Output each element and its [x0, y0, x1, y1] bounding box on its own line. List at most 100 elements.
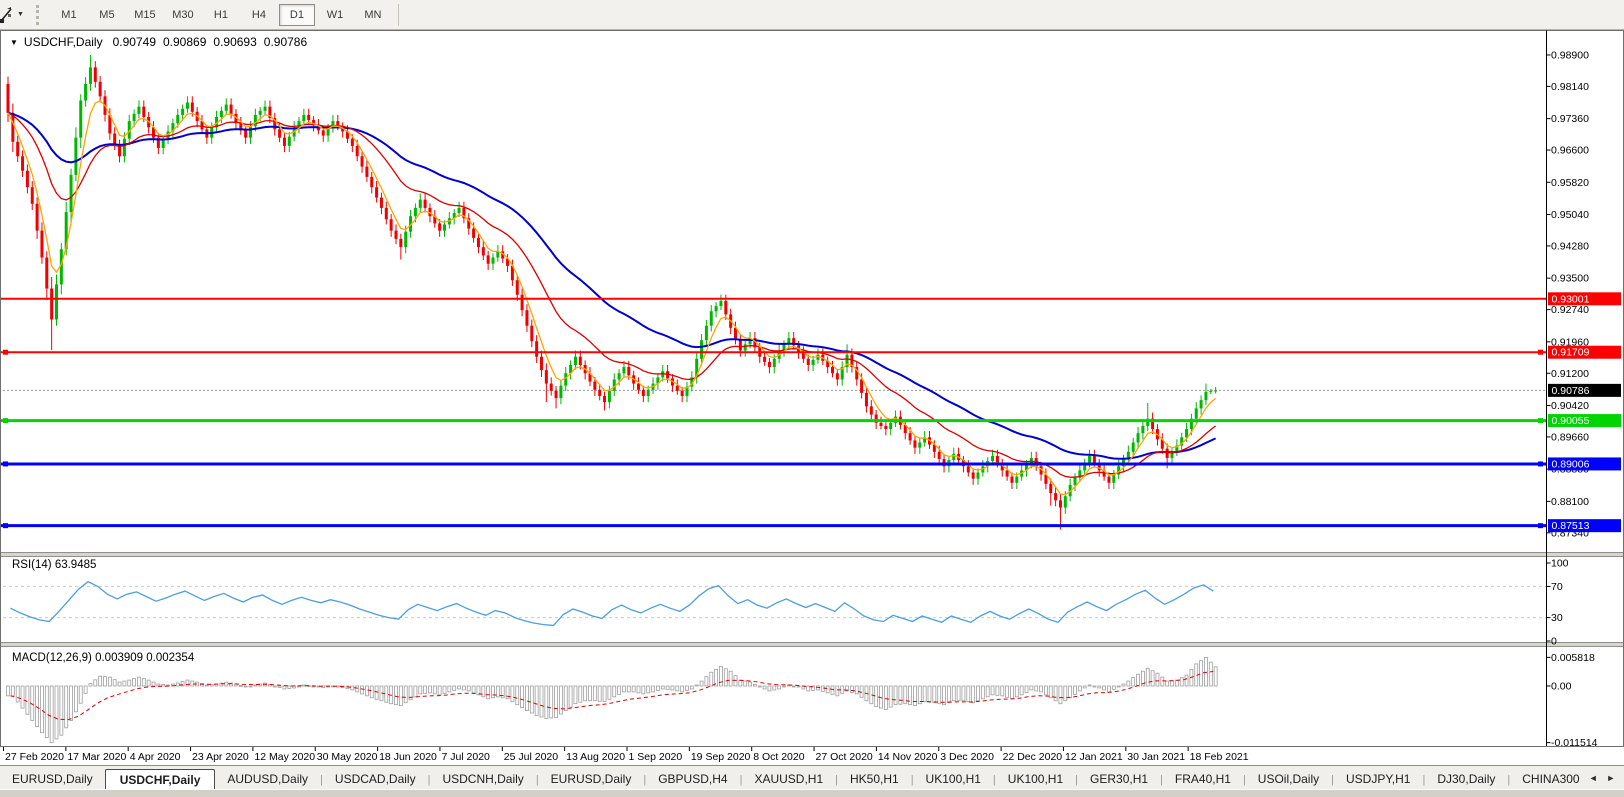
pane-separator[interactable] — [0, 552, 1624, 557]
quote-high: 0.90869 — [163, 35, 207, 49]
tab-scroll-left-icon[interactable]: ◄ — [1589, 773, 1598, 783]
macd-tick-label: -0.011514 — [1551, 737, 1598, 749]
crosshair-tool-button[interactable]: ▼ — [0, 4, 26, 26]
timeframe-button-m1[interactable]: M1 — [51, 4, 87, 26]
chart-tab-uk100-h1[interactable]: UK100,H1 — [996, 769, 1075, 790]
date-tick-label: 8 Oct 2020 — [753, 751, 805, 763]
date-tick-label: 27 Feb 2020 — [5, 751, 64, 763]
price-tick-label: 0.89660 — [1551, 431, 1589, 443]
chart-tab-hk50-h1[interactable]: HK50,H1 — [838, 769, 911, 790]
chart-tab-usdcnh-daily[interactable]: USDCNH,Daily — [430, 769, 535, 790]
date-tick-label: 18 Jun 2020 — [379, 751, 437, 763]
price-badge-0.87513: 0.87513 — [1548, 519, 1621, 533]
svg-text:0.93001: 0.93001 — [1552, 293, 1590, 305]
quote-open: 0.90749 — [112, 35, 156, 49]
date-tick-label: 17 Mar 2020 — [67, 751, 126, 763]
price-badge-0.90055: 0.90055 — [1548, 414, 1621, 428]
quote-low: 0.90693 — [213, 35, 257, 49]
date-tick-label: 13 Aug 2020 — [566, 751, 625, 763]
current-price-badge: 0.90786 — [1548, 383, 1621, 397]
toolbar: ▼ M1 M5 M15 M30 H1 H4 D1 W1 MN — [0, 0, 1624, 30]
chart-tab-fra40-h1[interactable]: FRA40,H1 — [1163, 769, 1243, 790]
price-badge-0.93001: 0.93001 — [1548, 292, 1621, 306]
macd-tick-label: 0.00 — [1551, 681, 1572, 693]
timeframe-button-mn[interactable]: MN — [355, 4, 391, 26]
timeframe-button-m5[interactable]: M5 — [89, 4, 125, 26]
svg-text:0.87513: 0.87513 — [1552, 520, 1590, 532]
chart-tab-dj30-daily[interactable]: DJ30,Daily — [1425, 769, 1507, 790]
timeframe-button-m30[interactable]: M30 — [165, 4, 201, 26]
price-badge-0.89006: 0.89006 — [1548, 457, 1621, 471]
tab-scroll-right-icon[interactable]: ► — [1606, 773, 1615, 783]
chart-tab-usdchf-daily[interactable]: USDCHF,Daily — [104, 769, 216, 790]
date-tick-label: 7 Jul 2020 — [441, 751, 490, 763]
date-tick-label: 25 Jul 2020 — [504, 751, 558, 763]
hline-left-handle — [3, 349, 8, 355]
chart-tab-xauusd-h1[interactable]: XAUUSD,H1 — [742, 769, 835, 790]
timeframe-toolbar: M1 M5 M15 M30 H1 H4 D1 W1 MN — [50, 3, 392, 26]
date-tick-label: 19 Sep 2020 — [691, 751, 751, 763]
price-tick-label: 0.90420 — [1551, 400, 1589, 412]
chart-tab-audusd-daily[interactable]: AUDUSD,Daily — [215, 769, 320, 790]
timeframe-button-h4[interactable]: H4 — [241, 4, 277, 26]
chart-tab-usdcad-daily[interactable]: USDCAD,Daily — [323, 769, 428, 790]
timeframe-button-h1[interactable]: H1 — [203, 4, 239, 26]
date-tick-label: 27 Oct 2020 — [816, 751, 873, 763]
rsi-tick-label: 0 — [1551, 636, 1557, 648]
pane-separator[interactable] — [0, 642, 1624, 647]
hline-left-handle — [3, 461, 8, 467]
crosshair-cursor-icon — [0, 6, 12, 23]
chart-tab-ger30-h1[interactable]: GER30,H1 — [1078, 769, 1160, 790]
timeframe-button-w1[interactable]: W1 — [317, 4, 353, 26]
rsi-tick-label: 100 — [1551, 558, 1569, 570]
hline-right-handle — [1538, 523, 1543, 529]
date-tick-label: 30 May 2020 — [317, 751, 378, 763]
chart-title: ▼ USDCHF,Daily 0.90749 0.90869 0.90693 0.9078… — [10, 35, 314, 49]
dropdown-arrow-icon: ▼ — [17, 11, 24, 18]
chart-window: 0.98900 0.98140 0.97360 0.96600 0.95820 0.950… — [0, 30, 1624, 765]
date-tick-label: 30 Jan 2021 — [1127, 751, 1185, 763]
chart-tab-uk100-h1[interactable]: UK100,H1 — [914, 769, 993, 790]
hline-right-handle — [1538, 418, 1543, 424]
toolbar-separator — [397, 3, 399, 26]
date-tick-label: 4 Apr 2020 — [130, 751, 181, 763]
tab-scroll-buttons: ◄ ► — [1580, 765, 1624, 790]
chart-tab-bar: EURUSD,Daily USDCHF,Daily AUDUSD,Daily | USD… — [0, 765, 1624, 790]
timeframe-button-m15[interactable]: M15 — [127, 4, 163, 26]
price-tick-label: 0.94280 — [1551, 240, 1589, 252]
chart-canvas[interactable]: 0.98900 0.98140 0.97360 0.96600 0.95820 0.950… — [0, 30, 1624, 765]
macd-label: MACD(12,26,9) 0.003909 0.002354 — [12, 652, 195, 664]
price-tick-label: 0.95820 — [1551, 177, 1589, 189]
price-badge-0.91709: 0.91709 — [1548, 345, 1621, 359]
collapse-icon[interactable]: ▼ — [10, 38, 18, 47]
rsi-label: RSI(14) 63.9485 — [12, 559, 97, 571]
svg-text:0.91709: 0.91709 — [1552, 347, 1590, 359]
price-tick-label: 0.97360 — [1551, 113, 1589, 125]
date-tick-label: 23 Apr 2020 — [192, 751, 249, 763]
chart-tab-usdjpy-h1[interactable]: USDJPY,H1 — [1334, 769, 1422, 790]
date-tick-label: 12 May 2020 — [254, 751, 315, 763]
hline-right-handle — [1538, 349, 1543, 355]
price-tick-label: 0.92740 — [1551, 304, 1589, 316]
svg-text:0.90055: 0.90055 — [1552, 415, 1590, 427]
price-tick-label: 0.93500 — [1551, 273, 1589, 285]
price-tick-label: 0.96600 — [1551, 145, 1589, 157]
chart-tab-usoil-daily[interactable]: USOil,Daily — [1246, 769, 1331, 790]
date-tick-label: 22 Dec 2020 — [1003, 751, 1063, 763]
macd-tick-label: 0.005818 — [1551, 652, 1595, 664]
chart-tab-eurusd-daily[interactable]: EURUSD,Daily — [539, 769, 644, 790]
date-tick-label: 18 Feb 2021 — [1190, 751, 1249, 763]
date-tick-label: 1 Sep 2020 — [629, 751, 683, 763]
hline-left-handle — [3, 523, 8, 529]
svg-text:0.89006: 0.89006 — [1552, 458, 1590, 470]
quote-close: 0.90786 — [263, 35, 308, 49]
toolbar-grip[interactable] — [35, 4, 42, 25]
date-tick-label: 12 Jan 2021 — [1065, 751, 1123, 763]
price-tick-label: 0.91200 — [1551, 368, 1589, 380]
hline-right-handle — [1538, 461, 1543, 467]
rsi-tick-label: 30 — [1551, 612, 1563, 624]
chart-tab-gbpusd-h4[interactable]: GBPUSD,H4 — [646, 769, 739, 790]
timeframe-button-d1[interactable]: D1 — [278, 3, 315, 26]
chart-tab-eurusd-daily[interactable]: EURUSD,Daily — [0, 769, 105, 790]
hline-left-handle — [3, 418, 8, 424]
